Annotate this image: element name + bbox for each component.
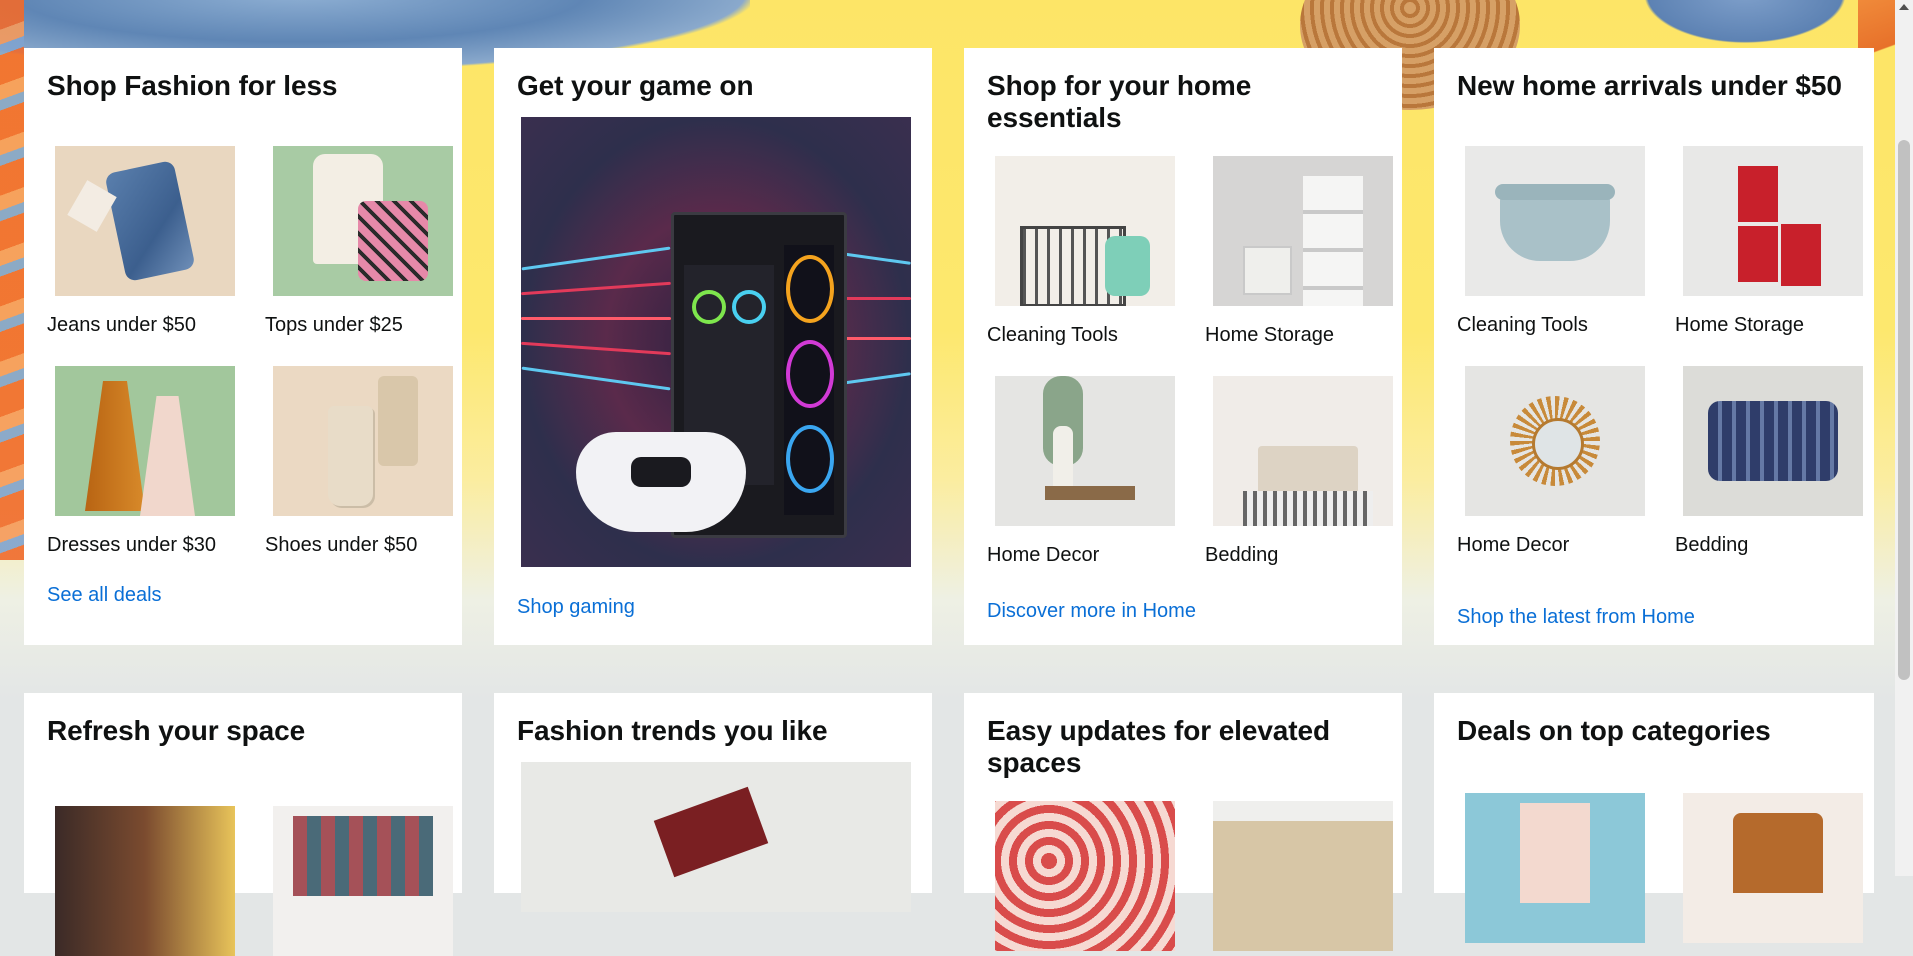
card-fashion-trends: Fashion trends you like xyxy=(494,693,932,912)
tile-label[interactable]: Home Storage xyxy=(1675,314,1885,337)
tile-cleaning-tools[interactable]: Cleaning Tools xyxy=(987,156,1197,347)
kitchen-image[interactable] xyxy=(1213,801,1393,951)
vertical-scrollbar[interactable] xyxy=(1895,0,1913,876)
jeans-image[interactable] xyxy=(55,146,235,296)
card-refresh-space: Refresh your space xyxy=(24,693,462,956)
jacket-image[interactable] xyxy=(1683,793,1863,943)
wallpaper-image[interactable] xyxy=(995,801,1175,951)
card-title: Easy updates for elevated spaces xyxy=(987,715,1330,778)
tile-item[interactable] xyxy=(1675,793,1885,943)
tile-label[interactable]: Bedding xyxy=(1675,534,1885,557)
tile-label[interactable]: Cleaning Tools xyxy=(987,324,1197,347)
tile-label[interactable]: Jeans under $50 xyxy=(47,314,257,337)
canisters-image[interactable] xyxy=(1683,146,1863,296)
tile-shoes[interactable]: Shoes under $50 xyxy=(265,366,475,557)
tile-item[interactable] xyxy=(265,806,475,956)
book-image[interactable] xyxy=(1465,793,1645,943)
game-controller xyxy=(576,432,746,532)
tile-label[interactable]: Home Storage xyxy=(1205,324,1415,347)
pillow-image[interactable] xyxy=(1683,366,1863,516)
scroll-thumb[interactable] xyxy=(1898,140,1910,680)
dutch-oven-image[interactable] xyxy=(1465,146,1645,296)
tile-home-decor[interactable]: Home Decor xyxy=(987,376,1197,567)
dresses-image[interactable] xyxy=(55,366,235,516)
tile-item[interactable] xyxy=(1457,793,1667,943)
shop-latest-home-link[interactable]: Shop the latest from Home xyxy=(1457,606,1695,629)
orange-scarf-image xyxy=(0,0,24,560)
scroll-up-arrow-icon[interactable] xyxy=(1899,4,1909,10)
gaming-pc-image[interactable] xyxy=(521,117,911,567)
product-image[interactable] xyxy=(55,806,235,956)
discover-home-link[interactable]: Discover more in Home xyxy=(987,600,1196,623)
tile-label[interactable]: Tops under $25 xyxy=(265,314,475,337)
card-title: Shop Fashion for less xyxy=(47,70,338,101)
tile-label[interactable]: Dresses under $30 xyxy=(47,534,257,557)
tile-home-decor[interactable]: Home Decor xyxy=(1457,366,1667,557)
card-title: Fashion trends you like xyxy=(517,715,828,746)
tile-label[interactable]: Home Decor xyxy=(987,544,1197,567)
card-title: Shop for your home essentials xyxy=(987,70,1252,133)
mirror-image[interactable] xyxy=(1465,366,1645,516)
tile-dresses[interactable]: Dresses under $30 xyxy=(47,366,257,557)
tile-item[interactable] xyxy=(987,801,1197,951)
tops-image[interactable] xyxy=(273,146,453,296)
card-new-home-arrivals: New home arrivals under $50 Cleaning Too… xyxy=(1434,48,1874,645)
home-storage-image[interactable] xyxy=(1213,156,1393,306)
tile-bedding[interactable]: Bedding xyxy=(1675,366,1885,557)
tile-label[interactable]: Cleaning Tools xyxy=(1457,314,1667,337)
card-easy-updates: Easy updates for elevated spaces xyxy=(964,693,1402,951)
bedding-image[interactable] xyxy=(1213,376,1393,526)
tile-label[interactable]: Bedding xyxy=(1205,544,1415,567)
denim-image xyxy=(1630,0,1860,50)
tile-jeans[interactable]: Jeans under $50 xyxy=(47,146,257,337)
hangers-image[interactable] xyxy=(273,806,453,956)
tile-home-storage[interactable]: Home Storage xyxy=(1205,156,1415,347)
tile-item[interactable] xyxy=(47,806,257,956)
tile-home-storage[interactable]: Home Storage xyxy=(1675,146,1885,337)
card-shop-fashion: Shop Fashion for less Jeans under $50 To… xyxy=(24,48,462,645)
home-decor-image[interactable] xyxy=(995,376,1175,526)
tile-label[interactable]: Shoes under $50 xyxy=(265,534,475,557)
card-gaming: Get your game on Shop gaming xyxy=(494,48,932,645)
shop-gaming-link[interactable]: Shop gaming xyxy=(517,596,635,619)
tile-item[interactable] xyxy=(1205,801,1415,951)
card-home-essentials: Shop for your home essentials Cleaning T… xyxy=(964,48,1402,645)
shirt-image[interactable] xyxy=(521,762,911,912)
tile-bedding[interactable]: Bedding xyxy=(1205,376,1415,567)
card-deals-top-categories: Deals on top categories xyxy=(1434,693,1874,943)
card-title: Get your game on xyxy=(517,70,754,101)
see-all-deals-link[interactable]: See all deals xyxy=(47,584,162,607)
card-title: Deals on top categories xyxy=(1457,715,1771,746)
tile-cleaning-tools[interactable]: Cleaning Tools xyxy=(1457,146,1667,337)
tile-label[interactable]: Home Decor xyxy=(1457,534,1667,557)
cleaning-tools-image[interactable] xyxy=(995,156,1175,306)
card-title: New home arrivals under $50 xyxy=(1457,70,1842,101)
shoes-image[interactable] xyxy=(273,366,453,516)
tile-tops[interactable]: Tops under $25 xyxy=(265,146,475,337)
card-title: Refresh your space xyxy=(47,715,306,746)
